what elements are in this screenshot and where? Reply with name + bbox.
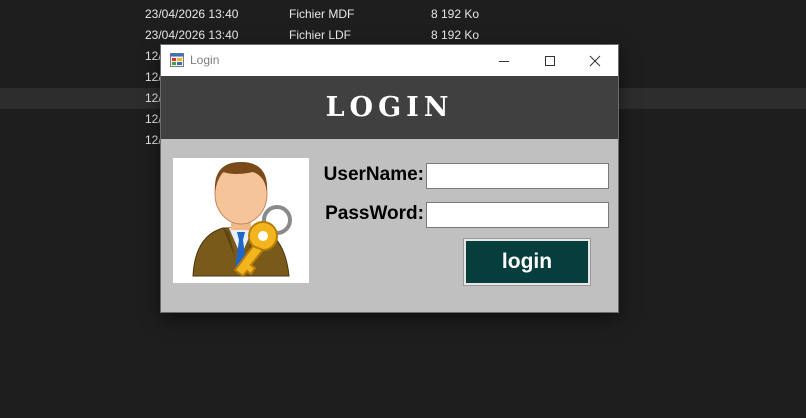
maximize-button[interactable]	[527, 45, 573, 76]
login-header: LOGIN	[161, 76, 618, 139]
window-title: Login	[190, 53, 220, 67]
file-size: 8 192 Ko	[431, 28, 480, 42]
minimize-icon	[499, 60, 509, 62]
file-type: Fichier MDF	[289, 7, 355, 21]
username-label: UserName:	[323, 164, 424, 185]
app-window-icon	[170, 53, 184, 67]
close-icon	[589, 55, 601, 66]
login-heading: LOGIN	[325, 92, 454, 123]
file-date: 23/04/2026 13:40	[145, 28, 239, 42]
file-date: 12/	[145, 70, 162, 84]
user-avatar	[173, 158, 309, 283]
login-button[interactable]: login	[463, 238, 591, 286]
username-input[interactable]	[426, 163, 609, 189]
file-date: 23/04/2026 13:40	[145, 7, 239, 21]
title-bar[interactable]: Login	[161, 45, 618, 76]
close-button[interactable]	[572, 45, 618, 76]
login-window: Login LOGIN UserName: PassWord: login	[161, 45, 618, 312]
file-size: 8 192 Ko	[431, 7, 480, 21]
file-type: Fichier LDF	[289, 28, 352, 42]
file-date: 12/	[145, 112, 162, 126]
minimize-button[interactable]	[481, 45, 527, 76]
file-row[interactable]: 23/04/2026 13:40 Fichier LDF 8 192 Ko	[0, 25, 806, 46]
password-label: PassWord:	[325, 203, 424, 224]
user-with-key-icon	[192, 162, 292, 278]
file-date: 12/	[145, 133, 162, 147]
file-date: 12/	[145, 49, 162, 63]
password-input[interactable]	[426, 202, 609, 228]
maximize-icon	[545, 55, 555, 66]
file-row[interactable]: 23/04/2026 13:40 Fichier MDF 8 192 Ko	[0, 4, 806, 25]
file-date: 12/	[145, 91, 162, 105]
